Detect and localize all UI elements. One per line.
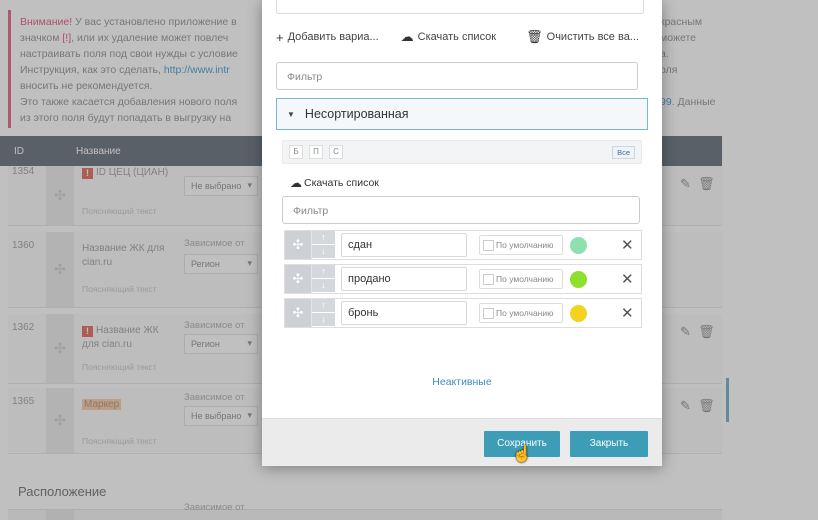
add-variant-button[interactable]: + Добавить вариа... — [276, 30, 379, 45]
color-picker-swatch[interactable] — [570, 305, 587, 322]
value-row: ✣ ↑ ↓ сдан По умолчанию ✕ — [284, 230, 642, 260]
letter-tabs: Б П С Все — [282, 140, 642, 164]
tab-letter[interactable]: Б — [289, 145, 303, 159]
arrow-down-icon[interactable]: ↓ — [312, 245, 335, 259]
move-icon[interactable]: ✣ — [285, 231, 311, 259]
move-icon[interactable]: ✣ — [285, 299, 311, 327]
clear-all-button[interactable]: 🗑 Очистить все ва... — [526, 29, 639, 45]
value-input[interactable]: продано — [341, 267, 467, 291]
trash-icon: 🗑 — [526, 29, 543, 44]
remove-icon[interactable]: ✕ — [621, 270, 634, 288]
arrow-down-icon[interactable]: ↓ — [312, 279, 335, 293]
hand-cursor-icon: ☝ — [512, 446, 532, 463]
color-picker-swatch[interactable] — [570, 237, 587, 254]
inactive-link[interactable]: Неактивные — [262, 376, 662, 388]
caret-down-icon: ▼ — [287, 109, 295, 119]
tab-letter[interactable]: П — [309, 145, 323, 159]
close-button[interactable]: Закрыть — [570, 431, 648, 457]
group-body: Б П С Все ☁ Скачать список Фильтр ✣ ↑ ↓ сд… — [282, 132, 642, 342]
tab-letter[interactable]: С — [329, 145, 343, 159]
default-checkbox[interactable]: По умолчанию — [479, 235, 563, 255]
modal-toolbar: + Добавить вариа... ☁ Скачать список 🗑 Очис… — [276, 26, 648, 48]
plus-icon: + — [276, 29, 284, 45]
remove-icon[interactable]: ✕ — [621, 236, 634, 254]
remove-icon[interactable]: ✕ — [621, 304, 634, 322]
arrow-up-icon[interactable]: ↑ — [312, 231, 335, 245]
move-icon[interactable]: ✣ — [285, 265, 311, 293]
value-input[interactable]: сдан — [341, 233, 467, 257]
arrow-up-icon[interactable]: ↑ — [312, 299, 335, 313]
value-row: ✣ ↑ ↓ продано По умолчанию ✕ — [284, 264, 642, 294]
default-checkbox[interactable]: По умолчанию — [479, 303, 563, 323]
default-checkbox[interactable]: По умолчанию — [479, 269, 563, 289]
tab-all[interactable]: Все — [612, 146, 635, 159]
values-modal: + Добавить вариа... ☁ Скачать список 🗑 Очис… — [262, 0, 662, 466]
modal-footer: Сохранить Закрыть — [262, 418, 662, 466]
group-filter-input[interactable]: Фильтр — [282, 196, 640, 224]
color-picker-swatch[interactable] — [570, 271, 587, 288]
group-header[interactable]: ▼ Несортированная — [276, 98, 648, 130]
arrow-up-icon[interactable]: ↑ — [312, 265, 335, 279]
cloud-download-icon: ☁ — [400, 29, 414, 44]
arrow-down-icon[interactable]: ↓ — [312, 313, 335, 327]
value-input[interactable]: бронь — [341, 301, 467, 325]
filter-input[interactable]: Фильтр — [276, 62, 638, 90]
download-list-button[interactable]: ☁ Скачать список — [401, 29, 496, 45]
group-download-button[interactable]: ☁ Скачать список — [290, 176, 379, 190]
field-name-input[interactable] — [276, 0, 644, 14]
value-row: ✣ ↑ ↓ бронь По умолчанию ✕ — [284, 298, 642, 328]
group-title: Несортированная — [304, 107, 409, 121]
cloud-download-icon: ☁ — [290, 176, 302, 190]
